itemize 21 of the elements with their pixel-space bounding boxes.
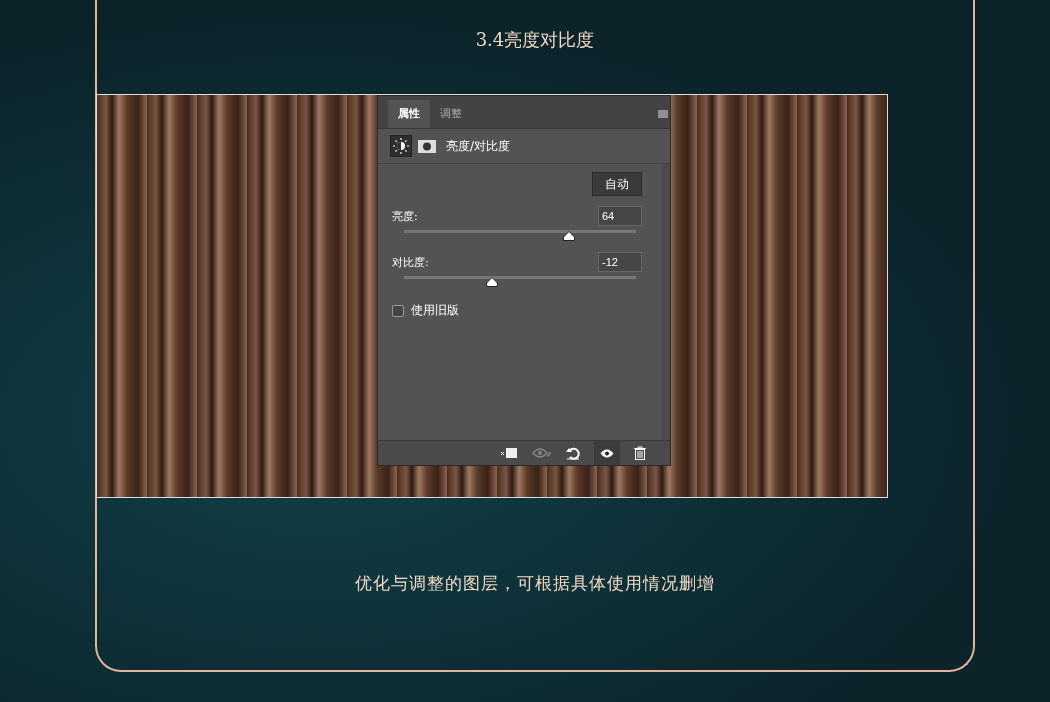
- slider-thumb[interactable]: [562, 231, 575, 241]
- layer-mask-icon: [418, 139, 436, 153]
- value-field[interactable]: -12: [598, 252, 642, 272]
- eye-icon: [600, 448, 614, 458]
- auto-button[interactable]: 自动: [592, 172, 642, 196]
- value-field[interactable]: 64: [598, 206, 642, 226]
- slider-label: 对比度:: [392, 254, 429, 270]
- view-previous-icon[interactable]: [532, 447, 552, 459]
- clip-mask-icon[interactable]: [500, 447, 518, 459]
- checkbox[interactable]: [392, 304, 404, 317]
- sun-icon: [390, 135, 412, 157]
- reset-icon[interactable]: [566, 446, 580, 460]
- caption-text: 优化与调整的图层，可根据具体使用情况删增: [355, 572, 715, 595]
- slider-thumb[interactable]: [486, 277, 499, 287]
- trash-icon[interactable]: [634, 446, 646, 460]
- adjustment-title: 亮度/对比度: [446, 137, 511, 155]
- visibility-button[interactable]: [594, 441, 620, 465]
- panel-tab[interactable]: 属性: [388, 100, 430, 128]
- slider-label: 亮度:: [392, 208, 418, 224]
- checkbox-label: 使用旧版: [411, 302, 459, 319]
- section-title: 3.4亮度对比度: [475, 28, 595, 52]
